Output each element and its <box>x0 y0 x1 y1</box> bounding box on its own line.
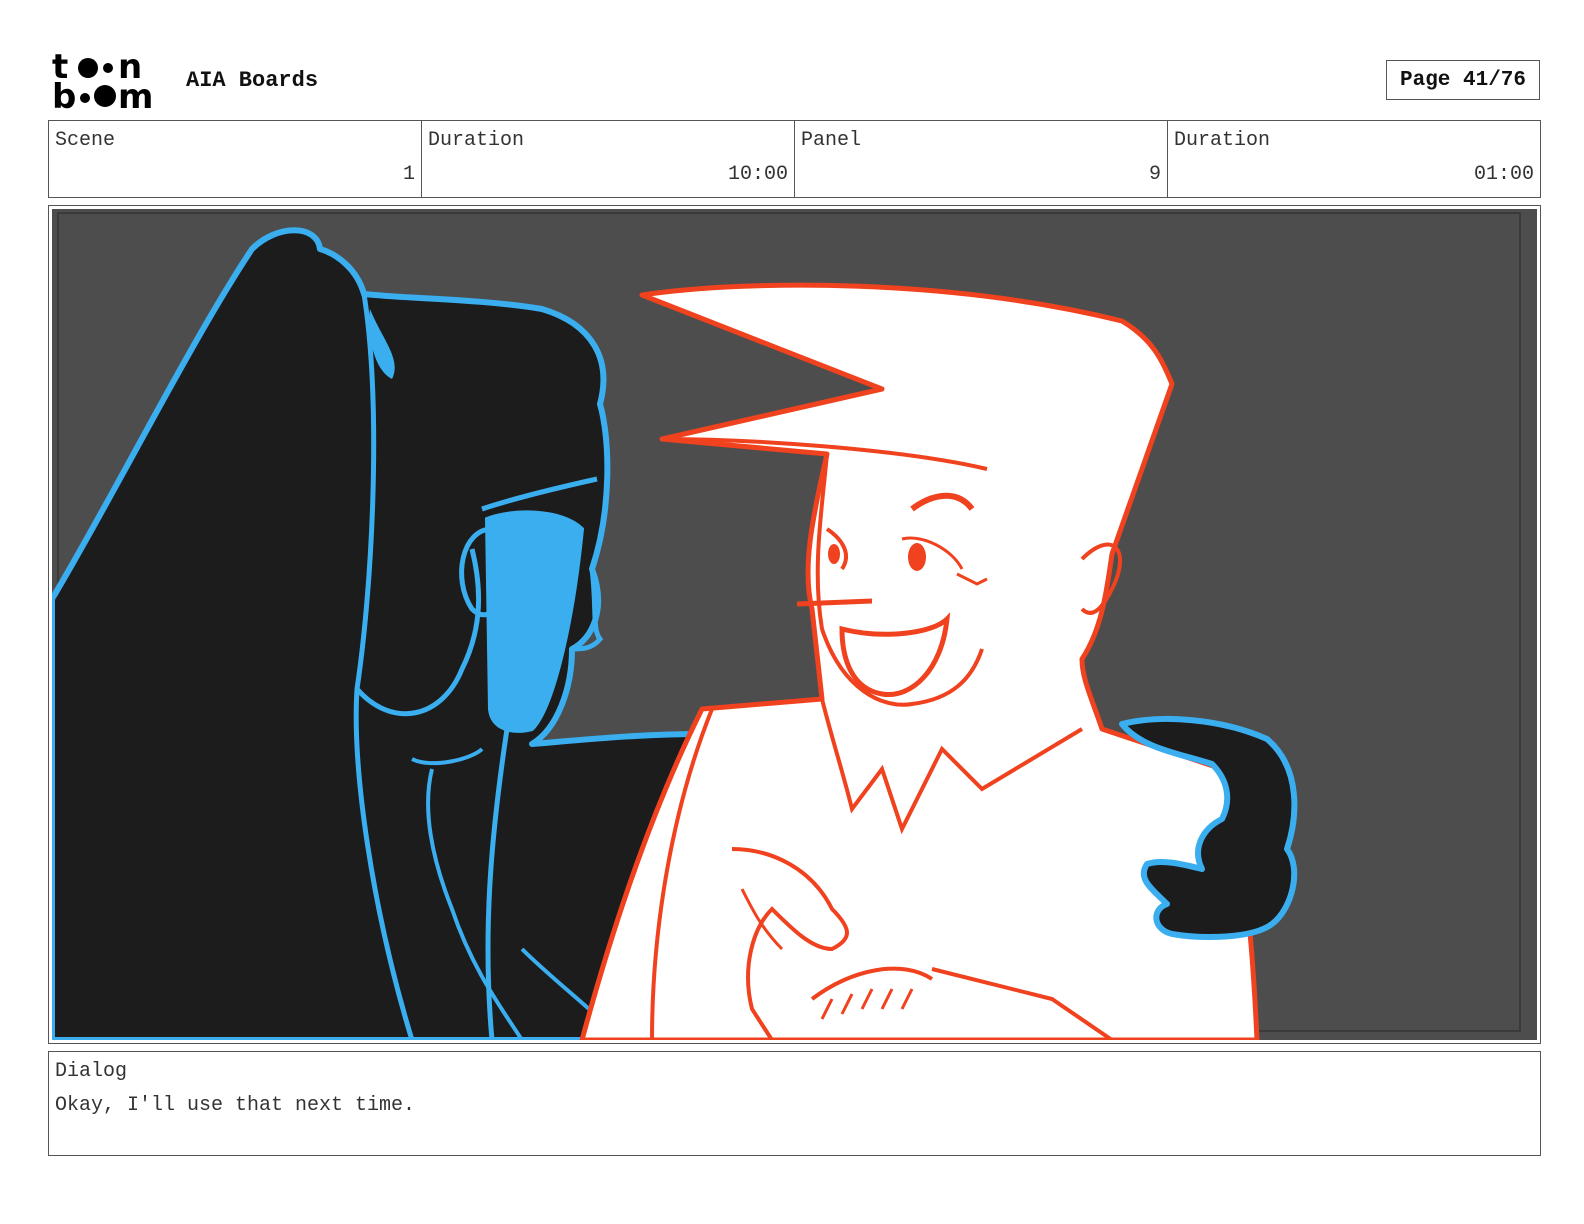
panel-duration-cell: Duration 01:00 <box>1168 121 1540 197</box>
panel-value: 9 <box>1148 163 1161 186</box>
panel-duration-value: 01:00 <box>1473 163 1534 186</box>
dialog-label: Dialog <box>55 1060 128 1083</box>
scene-cell: Scene 1 <box>49 121 422 197</box>
panel-duration-label: Duration <box>1174 129 1271 152</box>
toon-boom-logo: t n b m <box>52 47 164 117</box>
dialog-box: Dialog Okay, I'll use that next time. <box>48 1051 1541 1156</box>
page-indicator: Page 41/76 <box>1386 60 1540 100</box>
panel-drawing <box>52 209 1537 1040</box>
panel-cell: Panel 9 <box>795 121 1168 197</box>
project-title: AIA Boards <box>186 68 319 93</box>
svg-text:b: b <box>52 77 76 112</box>
scene-duration-value: 10:00 <box>727 163 788 186</box>
storyboard-panel <box>48 205 1541 1044</box>
svg-text:m: m <box>118 77 153 112</box>
scene-value: 1 <box>402 163 415 186</box>
dialog-text: Okay, I'll use that next time. <box>55 1094 416 1117</box>
panel-info-row: Scene 1 Duration 10:00 Panel 9 Duration … <box>48 120 1541 198</box>
toon-boom-logo-mark: t n b m <box>52 47 153 117</box>
scene-label: Scene <box>55 129 116 152</box>
scene-duration-cell: Duration 10:00 <box>422 121 795 197</box>
panel-label: Panel <box>801 129 862 152</box>
scene-duration-label: Duration <box>428 129 525 152</box>
